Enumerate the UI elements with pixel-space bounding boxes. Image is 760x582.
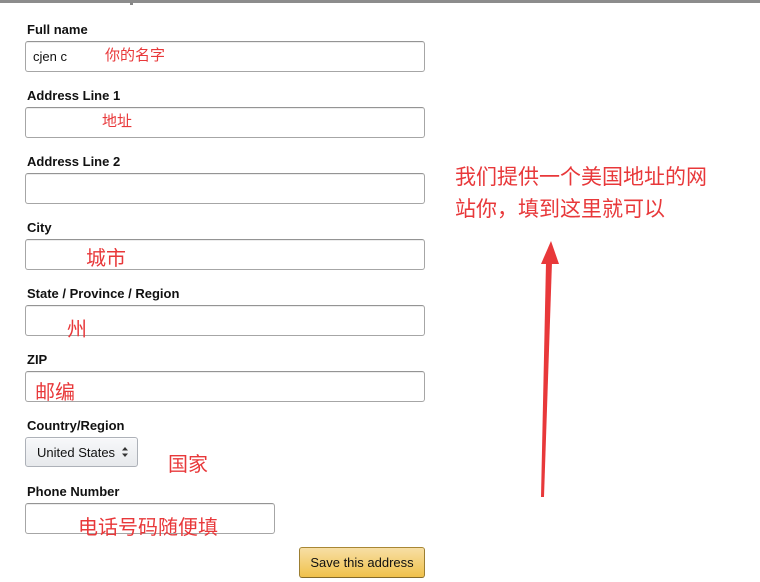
top-notch: [130, 2, 133, 5]
side-note-line-1: 我们提供一个美国地址的网: [455, 165, 707, 189]
zip-input[interactable]: [25, 371, 425, 402]
phone-label: Phone Number: [27, 484, 120, 499]
address-line-2-input[interactable]: [25, 173, 425, 204]
full-name-annotation: 你的名字: [105, 46, 166, 64]
address-line-1-label: Address Line 1: [27, 88, 121, 103]
city-annotation: 城市: [86, 246, 126, 270]
full-name-input[interactable]: [25, 41, 425, 72]
city-label: City: [27, 220, 52, 235]
phone-annotation: 电话号码随便填: [78, 515, 218, 539]
updown-caret-icon: [122, 447, 128, 457]
save-address-button[interactable]: Save this address: [299, 547, 425, 578]
zip-annotation: 邮编: [35, 380, 75, 404]
address-line-1-annotation: 地址: [102, 112, 133, 130]
address-form-page: Full name 你的名字 Address Line 1 地址 Address…: [0, 0, 760, 582]
country-selected-value: United States: [37, 445, 116, 460]
full-name-label: Full name: [27, 22, 88, 37]
side-note-line-2: 站你，填到这里就可以: [455, 197, 665, 221]
country-label: Country/Region: [27, 418, 125, 433]
address-line-1-input[interactable]: [25, 107, 425, 138]
zip-label: ZIP: [27, 352, 48, 367]
country-select[interactable]: United States: [25, 437, 138, 467]
state-annotation: 州: [67, 317, 87, 341]
country-annotation: 国家: [168, 452, 208, 476]
top-border: [0, 0, 760, 3]
address-line-2-label: Address Line 2: [27, 154, 121, 169]
state-label: State / Province / Region: [27, 286, 180, 301]
city-input[interactable]: [25, 239, 425, 270]
